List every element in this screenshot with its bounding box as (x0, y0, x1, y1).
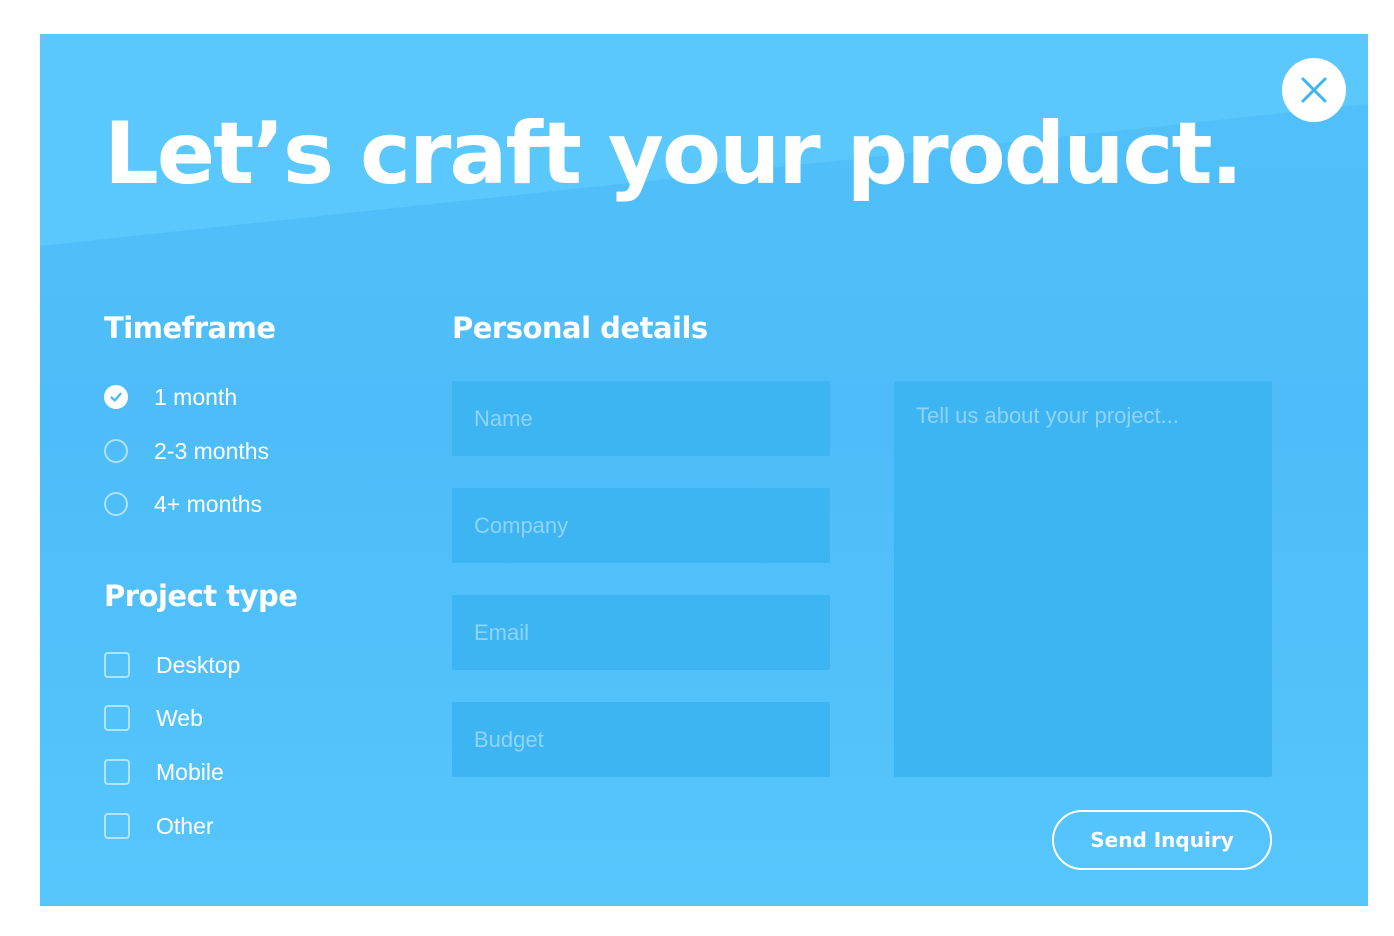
project-description-textarea[interactable] (894, 381, 1272, 777)
timeframe-option-2-3-months[interactable]: 2-3 months (104, 436, 269, 466)
email-input[interactable] (452, 595, 830, 670)
checkbox-icon[interactable] (104, 759, 130, 785)
name-input[interactable] (452, 381, 830, 456)
timeframe-option-label: 1 month (154, 383, 238, 410)
inquiry-modal: Let’s craft your product. Timeframe 1 mo… (40, 34, 1368, 906)
project-type-option-mobile[interactable]: Mobile (104, 757, 224, 787)
project-type-option-other[interactable]: Other (104, 811, 214, 841)
radio-selected-icon[interactable] (104, 385, 128, 409)
project-type-option-web[interactable]: Web (104, 703, 203, 733)
timeframe-option-label: 4+ months (154, 490, 263, 517)
project-type-heading: Project type (104, 579, 298, 613)
project-type-option-label: Web (156, 704, 203, 731)
radio-icon[interactable] (104, 492, 128, 516)
timeframe-option-1-month[interactable]: 1 month (104, 382, 237, 412)
send-inquiry-button[interactable]: Send Inquiry (1052, 810, 1272, 870)
checkmark-icon (110, 392, 122, 402)
timeframe-option-label: 2-3 months (154, 437, 270, 464)
timeframe-heading: Timeframe (104, 311, 276, 345)
checkbox-icon[interactable] (104, 813, 130, 839)
project-type-option-label: Other (156, 812, 214, 839)
page-title: Let’s craft your product. (104, 104, 1243, 204)
close-button[interactable] (1282, 58, 1346, 122)
project-type-option-label: Desktop (156, 651, 241, 678)
checkbox-icon[interactable] (104, 705, 130, 731)
radio-icon[interactable] (104, 439, 128, 463)
company-input[interactable] (452, 488, 830, 563)
close-icon (1301, 77, 1327, 103)
project-type-option-desktop[interactable]: Desktop (104, 650, 240, 680)
checkbox-icon[interactable] (104, 652, 130, 678)
timeframe-option-4-plus-months[interactable]: 4+ months (104, 489, 262, 519)
budget-input[interactable] (452, 702, 830, 777)
personal-details-heading: Personal details (452, 311, 708, 345)
project-type-option-label: Mobile (156, 758, 224, 785)
